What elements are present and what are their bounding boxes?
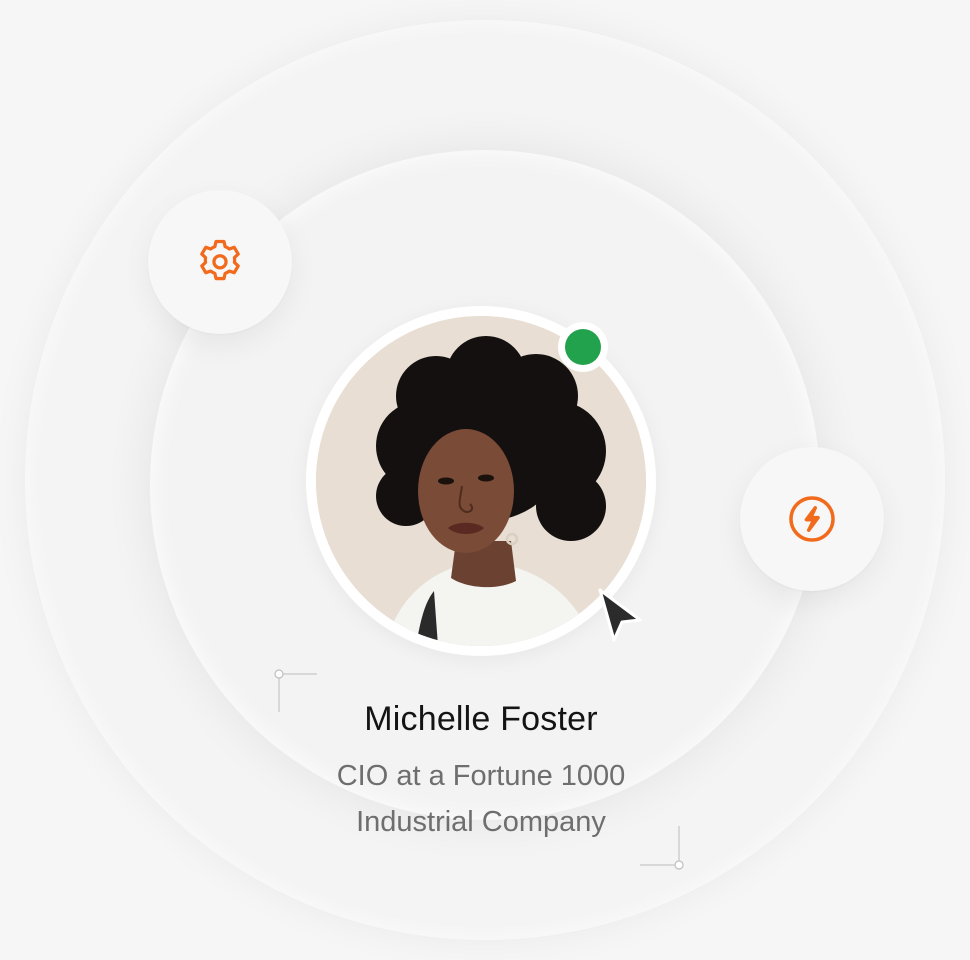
action-button[interactable]	[740, 447, 884, 591]
lightning-bolt-icon	[789, 496, 835, 542]
gear-icon	[200, 239, 240, 281]
profile-stage: Michelle Foster CIO at a Fortune 1000 In…	[0, 0, 970, 960]
online-status-indicator	[558, 322, 608, 372]
mouse-cursor-icon	[598, 588, 642, 642]
profile-title-line-2: Industrial Company	[356, 806, 606, 838]
profile-name: Michelle Foster	[364, 700, 598, 738]
settings-button[interactable]	[148, 190, 292, 334]
status-dot	[565, 329, 601, 365]
profile-title-line-1: CIO at a Fortune 1000	[336, 760, 626, 792]
